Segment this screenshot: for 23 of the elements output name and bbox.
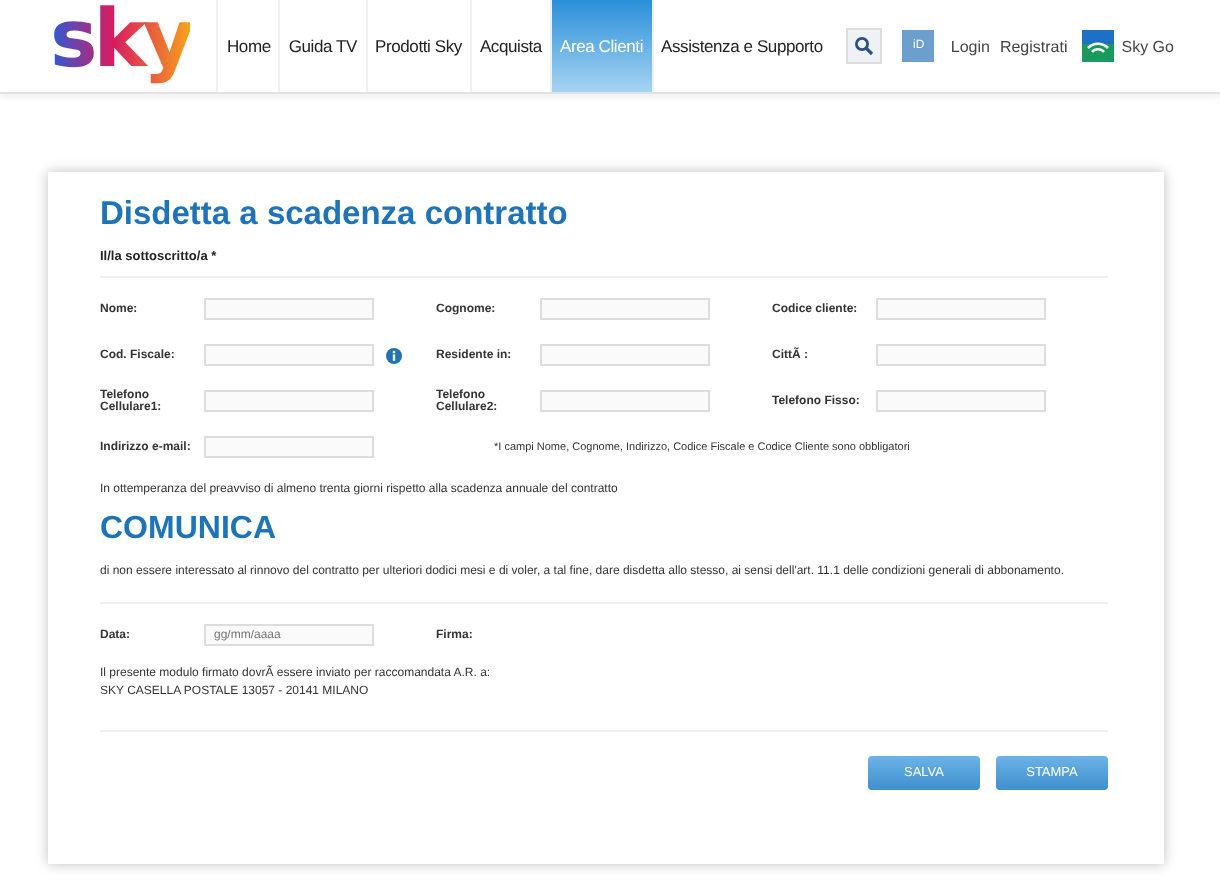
search-icon [854, 36, 875, 56]
input-field[interactable] [204, 344, 374, 366]
form-title: Disdetta a scadenza contratto [100, 196, 570, 234]
nav-link[interactable]: Home [216, 0, 279, 92]
search-button[interactable] [846, 28, 883, 64]
input-field[interactable] [540, 298, 710, 320]
wifi-icon[interactable] [1081, 30, 1114, 62]
input-field[interactable] [876, 390, 1046, 412]
register-link[interactable]: Registrati [999, 37, 1068, 55]
input-field[interactable] [204, 436, 374, 458]
sky-go-link[interactable]: Sky Go [1121, 37, 1174, 55]
info-icon[interactable] [386, 347, 402, 363]
login-link[interactable]: Login [950, 37, 990, 55]
nav-link[interactable]: Prodotti Sky [365, 0, 470, 92]
section-heading: COMUNICA [100, 512, 278, 548]
input-field[interactable] [204, 298, 374, 320]
input-field[interactable] [876, 344, 1046, 366]
input-field[interactable] [540, 344, 710, 366]
input-field[interactable] [204, 390, 374, 412]
nav-link[interactable]: Assistenza e Supporto [651, 0, 831, 92]
input-field[interactable] [540, 390, 710, 412]
nav-link[interactable]: Guida TV [278, 0, 366, 92]
input-field[interactable] [876, 298, 1046, 320]
